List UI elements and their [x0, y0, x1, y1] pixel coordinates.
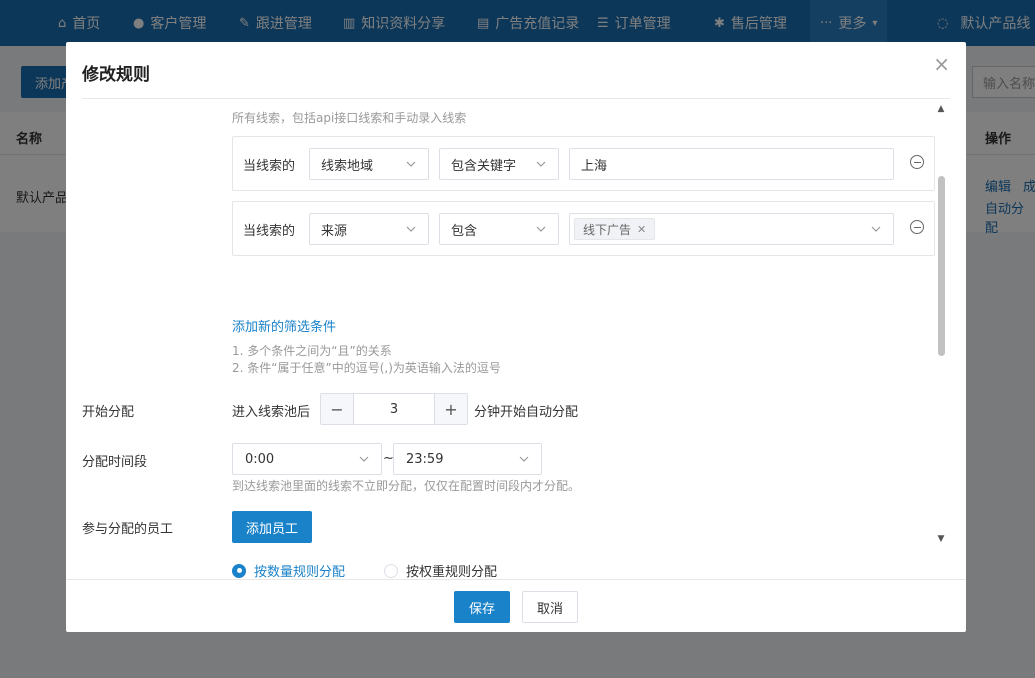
time-range-hint: 到达线索池里面的线索不立即分配，仅仅在配置时间段内才分配。	[232, 479, 581, 493]
condition-operator-select[interactable]: 包含	[439, 213, 559, 245]
increment-button[interactable]: +	[435, 394, 467, 424]
radio-by-count[interactable]: 按数量规则分配	[232, 561, 345, 579]
chevron-down-icon	[357, 452, 371, 466]
modal-scrollbar[interactable]: ▲ ▼	[935, 104, 947, 544]
condition-row: 当线索的 线索地域 包含关键字 上海	[232, 136, 935, 191]
radio-checked-icon	[232, 563, 246, 578]
close-icon[interactable]: ×	[933, 54, 950, 74]
condition-field-select[interactable]: 线索地域	[309, 148, 429, 180]
cancel-button[interactable]: 取消	[522, 591, 578, 623]
minutes-input[interactable]: 3	[353, 394, 435, 424]
condition-label: 当线索的	[243, 159, 296, 174]
note-line: 2. 条件“属于任意”中的逗号(,)为英语输入法的逗号	[232, 361, 501, 375]
start-time-select[interactable]: 0:00	[232, 443, 382, 475]
start-assign-label: 开始分配	[82, 405, 135, 420]
chevron-down-icon	[517, 452, 531, 466]
modal-title: 修改规则	[82, 65, 150, 85]
modal-body: 所有线索，包括api接口线索和手动录入线索 当线索的 线索地域 包含关键字 上海…	[66, 99, 954, 579]
all-leads-hint: 所有线索，包括api接口线索和手动录入线索	[232, 111, 467, 125]
note-line: 1. 多个条件之间为“且”的关系	[232, 344, 392, 358]
condition-row: 当线索的 来源 包含 线下广告 ✕	[232, 201, 935, 256]
chevron-down-icon	[534, 157, 548, 171]
decrement-button[interactable]: −	[321, 394, 353, 424]
condition-value-multiselect[interactable]: 线下广告 ✕	[569, 213, 894, 245]
start-assign-suffix: 分钟开始自动分配	[474, 405, 579, 420]
start-assign-prefix: 进入线索池后	[232, 405, 311, 420]
radio-by-weight[interactable]: 按权重规则分配	[384, 561, 497, 579]
remove-condition-icon[interactable]	[910, 155, 924, 169]
condition-value-input[interactable]: 上海	[569, 148, 894, 180]
end-time-select[interactable]: 23:59	[393, 443, 542, 475]
minutes-stepper: − 3 +	[320, 393, 468, 425]
remove-condition-icon[interactable]	[910, 220, 924, 234]
radio-unchecked-icon	[384, 563, 398, 578]
staff-label: 参与分配的员工	[82, 522, 174, 537]
condition-label: 当线索的	[243, 224, 296, 239]
chevron-down-icon	[404, 222, 418, 236]
condition-operator-select[interactable]: 包含关键字	[439, 148, 559, 180]
add-condition-link[interactable]: 添加新的筛选条件	[232, 316, 336, 335]
chevron-down-icon	[534, 222, 548, 236]
chevron-down-icon	[869, 222, 883, 236]
scroll-up-icon[interactable]: ▲	[935, 104, 947, 114]
condition-field-select[interactable]: 来源	[309, 213, 429, 245]
divider	[66, 579, 966, 580]
value-tag: 线下广告 ✕	[574, 218, 656, 240]
add-staff-button[interactable]: 添加员工	[232, 511, 312, 543]
scroll-thumb[interactable]	[938, 176, 945, 356]
edit-rule-modal: 修改规则 × 所有线索，包括api接口线索和手动录入线索 当线索的 线索地域 包…	[66, 42, 966, 632]
scroll-down-icon[interactable]: ▼	[935, 534, 947, 544]
save-button[interactable]: 保存	[454, 591, 510, 623]
close-icon[interactable]: ✕	[637, 223, 646, 236]
time-range-label: 分配时间段	[82, 455, 148, 470]
chevron-down-icon	[404, 157, 418, 171]
